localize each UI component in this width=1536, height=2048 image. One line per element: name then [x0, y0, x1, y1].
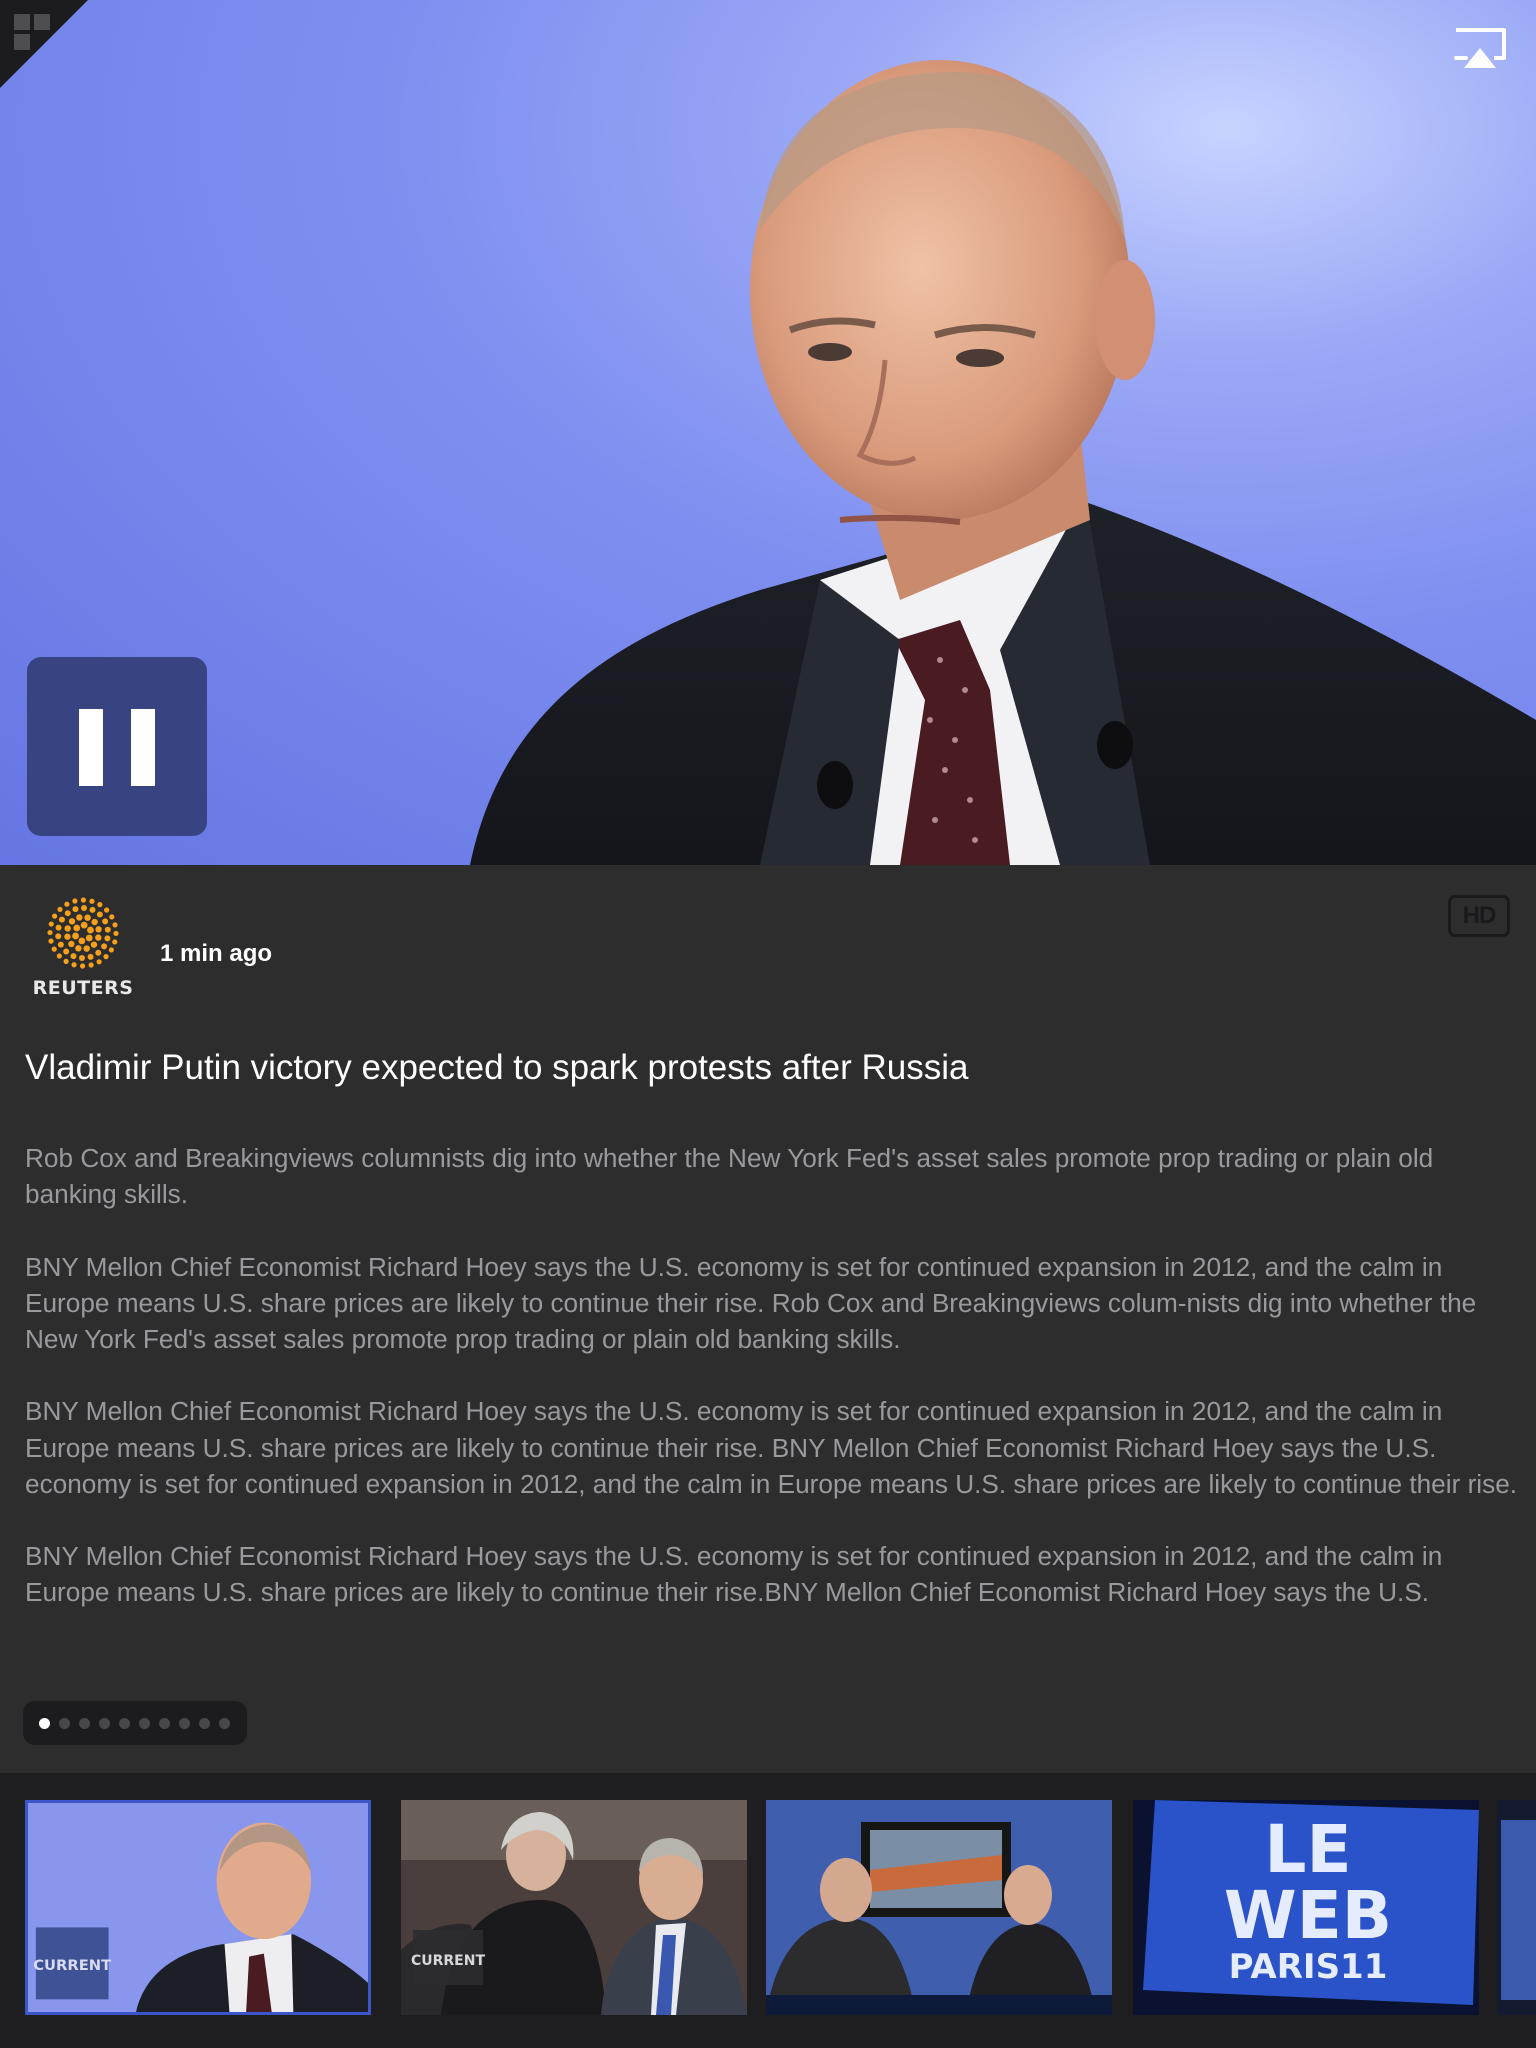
logo-dot	[95, 926, 102, 933]
logo-dot	[56, 953, 62, 959]
logo-dot	[47, 929, 53, 936]
logo-dot	[97, 902, 103, 908]
logo-dot	[84, 914, 91, 921]
page-dot[interactable]	[219, 1717, 230, 1729]
logo-dot	[55, 924, 62, 931]
logo-dot	[108, 947, 114, 953]
logo-dot	[72, 906, 79, 913]
logo-dot	[72, 898, 78, 904]
logo-dot	[57, 941, 64, 948]
logo-dot	[48, 938, 54, 944]
timestamp: 1 min ago	[160, 940, 273, 967]
reuters-dots-icon	[47, 897, 119, 969]
page-dot[interactable]	[99, 1717, 110, 1729]
logo-dot	[112, 939, 118, 945]
page-dot[interactable]	[79, 1717, 90, 1729]
logo-dot	[95, 934, 102, 941]
hd-toggle[interactable]: HD	[1448, 895, 1510, 937]
page-dot[interactable]	[119, 1717, 130, 1729]
logo-dot	[78, 937, 86, 945]
paragraph: BNY Mellon Chief Economist Richard Hoey …	[25, 1396, 1518, 1499]
logo-dot	[70, 953, 77, 960]
thumbnail-3[interactable]	[766, 1800, 1112, 2015]
logo-dot	[101, 943, 108, 950]
paragraph: Rob Cox and Breakingviews columnists dig…	[25, 1143, 1434, 1210]
logo-dot	[104, 926, 111, 933]
source-name: REUTERS	[32, 977, 134, 999]
logo-dot	[81, 905, 88, 912]
logo-dot	[64, 925, 71, 932]
logo-dot	[71, 962, 77, 968]
thumbnail-badge: CURRENT	[33, 1957, 111, 1974]
logo-dot	[95, 949, 102, 956]
logo-dot	[72, 932, 79, 940]
story-panel: REUTERS 1 min ago HD Vladimir Putin vict…	[0, 865, 1536, 1773]
logo-dot	[55, 933, 62, 940]
page-dot[interactable]	[59, 1717, 70, 1729]
page-dot[interactable]	[199, 1717, 210, 1729]
logo-dot	[52, 913, 58, 919]
logo-dot	[63, 958, 69, 964]
logo-dot	[83, 945, 90, 952]
page-dot[interactable]	[139, 1717, 150, 1729]
airplay-icon[interactable]	[1452, 26, 1508, 70]
thumbnail-1[interactable]: CURRENT	[25, 1800, 371, 2015]
logo-dot	[104, 907, 110, 913]
logo-dot	[89, 898, 95, 904]
leweb-sign-line-3: PARIS11	[1229, 1947, 1388, 1987]
thumbnail-4[interactable]: LE WEB PARIS11	[1133, 1800, 1479, 2015]
logo-dot	[78, 954, 85, 961]
logo-dot	[104, 935, 111, 942]
article-body[interactable]: Rob Cox and Breakingviews columnists dig…	[25, 1140, 1525, 1612]
logo-dot	[64, 901, 70, 907]
logo-dot	[109, 914, 115, 920]
paragraph: BNY Mellon Chief Economist Richard Hoey …	[25, 1251, 1477, 1354]
logo-dot	[91, 918, 98, 926]
logo-dot	[96, 959, 102, 965]
logo-dot	[112, 922, 118, 928]
leweb-sign-line-2: WEB	[1224, 1877, 1392, 1954]
logo-dot	[87, 953, 94, 960]
thumbnail-2[interactable]: CURRENT	[401, 1800, 747, 2015]
logo-dot	[90, 941, 98, 948]
logo-dot	[64, 910, 71, 917]
logo-dot	[58, 916, 65, 923]
logo-dot	[102, 918, 109, 925]
logo-dot	[87, 926, 94, 934]
page-dot[interactable]	[39, 1717, 50, 1729]
video-frame	[470, 60, 1536, 865]
page-indicator[interactable]	[23, 1701, 247, 1745]
logo-dot	[96, 911, 103, 918]
logo-dot	[103, 954, 109, 960]
headline: Vladimir Putin victory expected to spark…	[25, 1048, 969, 1087]
logo-dot	[80, 921, 88, 929]
logo-dot	[48, 921, 54, 927]
page-dot[interactable]	[159, 1717, 170, 1729]
logo-dot	[85, 934, 93, 942]
logo-dot	[68, 940, 75, 948]
video-player[interactable]	[0, 0, 1536, 865]
logo-dot	[75, 945, 82, 952]
reuters-logo: REUTERS	[22, 895, 144, 1010]
thumbnail-badge: CURRENT	[411, 1953, 485, 1969]
logo-dot	[80, 897, 87, 903]
logo-dot	[79, 963, 86, 969]
grid-menu-icon[interactable]	[14, 14, 54, 54]
thumbnail-5[interactable]	[1497, 1800, 1536, 2015]
logo-dot	[76, 914, 83, 921]
paragraph: BNY Mellon Chief Economist Richard Hoey …	[25, 1541, 1443, 1608]
logo-dot	[88, 962, 94, 968]
page-dot[interactable]	[179, 1717, 190, 1729]
logo-dot	[64, 933, 71, 940]
video-thumbnail-strip[interactable]: CURRENT CURRENT LE WEB PARIS11	[0, 1773, 1536, 2048]
logo-dot	[89, 906, 96, 913]
logo-dot	[51, 946, 57, 952]
logo-dot	[73, 924, 81, 932]
logo-dot	[113, 930, 119, 937]
logo-dot	[63, 948, 70, 955]
pause-button[interactable]	[27, 657, 207, 836]
logo-dot	[57, 906, 63, 912]
logo-dot	[68, 918, 76, 925]
